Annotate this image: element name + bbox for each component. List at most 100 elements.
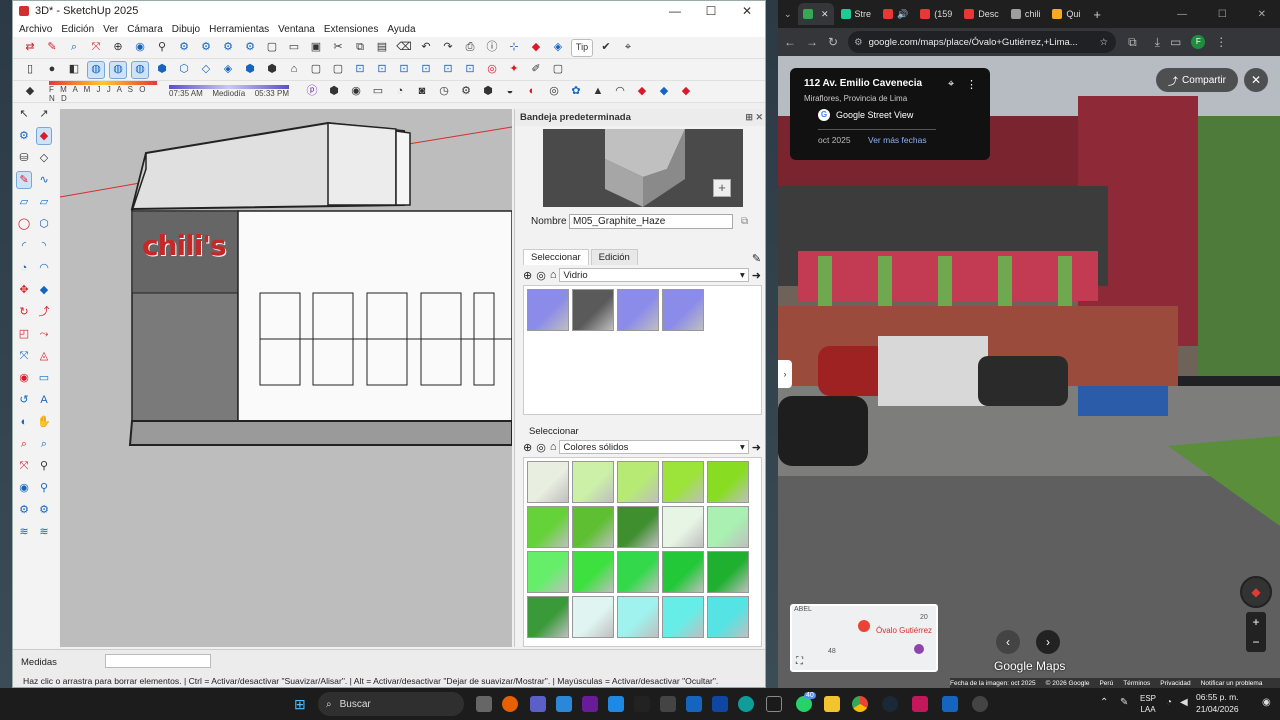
wifi-icon[interactable]: ◔ [1166,697,1172,708]
component-icon[interactable]: ⚙ [16,127,32,145]
target-icon[interactable]: ◎ [483,61,501,79]
country-link[interactable]: Perú [1099,680,1113,687]
reload-icon[interactable]: ↻ [828,35,838,49]
tab-edicion[interactable]: Edición [590,249,638,265]
protractor-icon[interactable]: ◬ [36,347,52,365]
menu-ver[interactable]: Ver [103,24,118,35]
zoom-icon[interactable]: ⌕ [65,39,83,57]
rectangle-icon[interactable]: ▱ [16,193,32,211]
move-icon[interactable]: ✥ [16,281,32,299]
settings-cog-icon[interactable]: ⚙ [457,83,475,101]
right-view-icon[interactable]: ◈ [219,61,237,79]
rectangle-view-icon[interactable]: ▢ [329,61,347,79]
forward-icon[interactable]: ◎ [536,269,546,282]
more-dates-link[interactable]: Ver más fechas [868,135,927,145]
material-swatch[interactable] [617,461,659,503]
material-name-field[interactable]: M05_Graphite_Haze [569,214,733,229]
cut-icon[interactable]: ✂ [329,39,347,57]
tab-search-button[interactable]: ⌄ [784,9,792,20]
material-swatch[interactable] [707,506,749,548]
tab-5[interactable]: chili [1006,3,1046,25]
line-pencil-icon[interactable]: ✎ [16,171,33,189]
3d-text-icon[interactable]: A [36,391,52,409]
axes-icon[interactable]: ⊹ [505,39,523,57]
iso-view-icon[interactable]: ⬢ [153,61,171,79]
pie-icon[interactable]: ◔ [16,259,32,277]
details-arrow-icon[interactable]: ➜ [752,269,761,282]
package-icon[interactable]: ⬢ [479,83,497,101]
tag-icon[interactable]: ◇ [36,149,52,167]
look-around-icon[interactable]: ◉ [16,479,32,497]
left-view-icon[interactable]: ⬢ [263,61,281,79]
teams-icon[interactable] [530,696,546,712]
circle-icon[interactable]: ◯ [16,215,32,233]
share-button[interactable]: ⤴ Compartir [1156,68,1238,92]
material-swatch[interactable] [572,289,614,331]
tipo-dropdown[interactable]: Tip [571,38,593,57]
cube-icon[interactable]: ⬢ [325,83,343,101]
street-view-panorama[interactable]: 112 Av. Emilio Cavenecia Miraflores, Pro… [778,56,1280,688]
new-tab-button[interactable]: + [1093,7,1101,22]
back-icon[interactable]: ⊕ [523,269,532,282]
follow-me-icon[interactable]: ⤴ [36,303,52,321]
menu-archivo[interactable]: Archivo [19,24,52,35]
volume-icon[interactable]: ◀ [1180,697,1188,708]
page-icon[interactable]: ▯ [21,61,39,79]
orbit-tool-icon[interactable]: ◐ [16,413,32,431]
line-tool-icon[interactable]: ✎ [43,39,61,57]
zoom-in-button[interactable]: + [1246,612,1266,632]
language-indicator[interactable]: ESP LAA [1140,693,1156,715]
new-file-icon[interactable]: ▢ [263,39,281,57]
arc3-icon[interactable]: ◠ [36,259,52,277]
scale-icon[interactable]: ◰ [16,325,32,343]
maximize-button[interactable]: ☐ [693,4,729,18]
menu-ventana[interactable]: Ventana [278,24,315,35]
material-swatch[interactable] [572,551,614,593]
sandbox-tool-icon[interactable]: ⚙ [36,501,52,519]
download-icon[interactable]: ⤓ [1155,35,1160,50]
zoom-window-icon[interactable]: ⌕ [36,435,52,453]
notification-bell-icon[interactable]: ◉ [1262,697,1271,708]
app-icon-5[interactable] [686,696,702,712]
details-arrow-icon-2[interactable]: ➜ [752,441,761,454]
add-material-button[interactable]: + [713,179,731,197]
material-swatch[interactable] [527,551,569,593]
steam-icon[interactable] [882,696,898,712]
material-swatch[interactable] [662,596,704,638]
zoom-extents-icon[interactable]: ⤧ [87,39,105,57]
material-swatch[interactable] [572,506,614,548]
pin-icon[interactable]: ⌖ [948,78,954,91]
bowl-icon[interactable]: ◒ [501,83,519,101]
zoom-tool-icon[interactable]: ⌕ [16,435,32,453]
tray-pen-icon[interactable]: ✎ [1120,697,1128,708]
minimap[interactable]: ABEL Óvalo Gutiérrez 20 48 ⛶ [790,604,938,672]
asset-icon[interactable]: ◎ [545,83,563,101]
select-arrow-icon[interactable]: ↖ [16,105,32,123]
tool-c-icon[interactable]: ◆ [677,83,695,101]
gear-icon[interactable]: ⚙ [175,39,193,57]
app-icon-1[interactable] [582,696,598,712]
3d-viewport[interactable]: chili's [60,109,512,647]
duplicate-icon[interactable]: ⧉ [741,216,748,227]
menu-dibujo[interactable]: Dibujo [172,24,200,35]
leaf-icon[interactable]: ✿ [567,83,585,101]
position-camera-tool-icon[interactable]: ⚲ [36,457,52,475]
extensions-icon[interactable]: ⧉ [1128,35,1137,50]
redo-icon[interactable]: ↷ [439,39,457,57]
cast-icon[interactable]: ▭ [1170,35,1181,49]
polygon-icon[interactable]: ⬡ [36,215,52,233]
menu-extensiones[interactable]: Extensiones [324,24,378,35]
eraser-icon[interactable]: ◆ [35,127,52,145]
pencil-icon[interactable]: ✐ [527,61,545,79]
menu-ayuda[interactable]: Ayuda [387,24,415,35]
user-icon[interactable]: ● [43,61,61,79]
erase-icon[interactable]: ⌫ [395,39,413,57]
section-fill-icon[interactable]: ⊡ [395,61,413,79]
back-view-icon[interactable]: ⬢ [241,61,259,79]
lasso-icon[interactable]: ↗ [36,105,52,123]
extension-p-icon[interactable]: ⓟ [303,83,321,101]
wireframe-style-icon[interactable]: ◍ [109,60,127,79]
top-view-icon[interactable]: ⬡ [175,61,193,79]
camera-icon[interactable]: ◙ [413,83,431,101]
house-icon[interactable]: ⌂ [285,61,303,79]
